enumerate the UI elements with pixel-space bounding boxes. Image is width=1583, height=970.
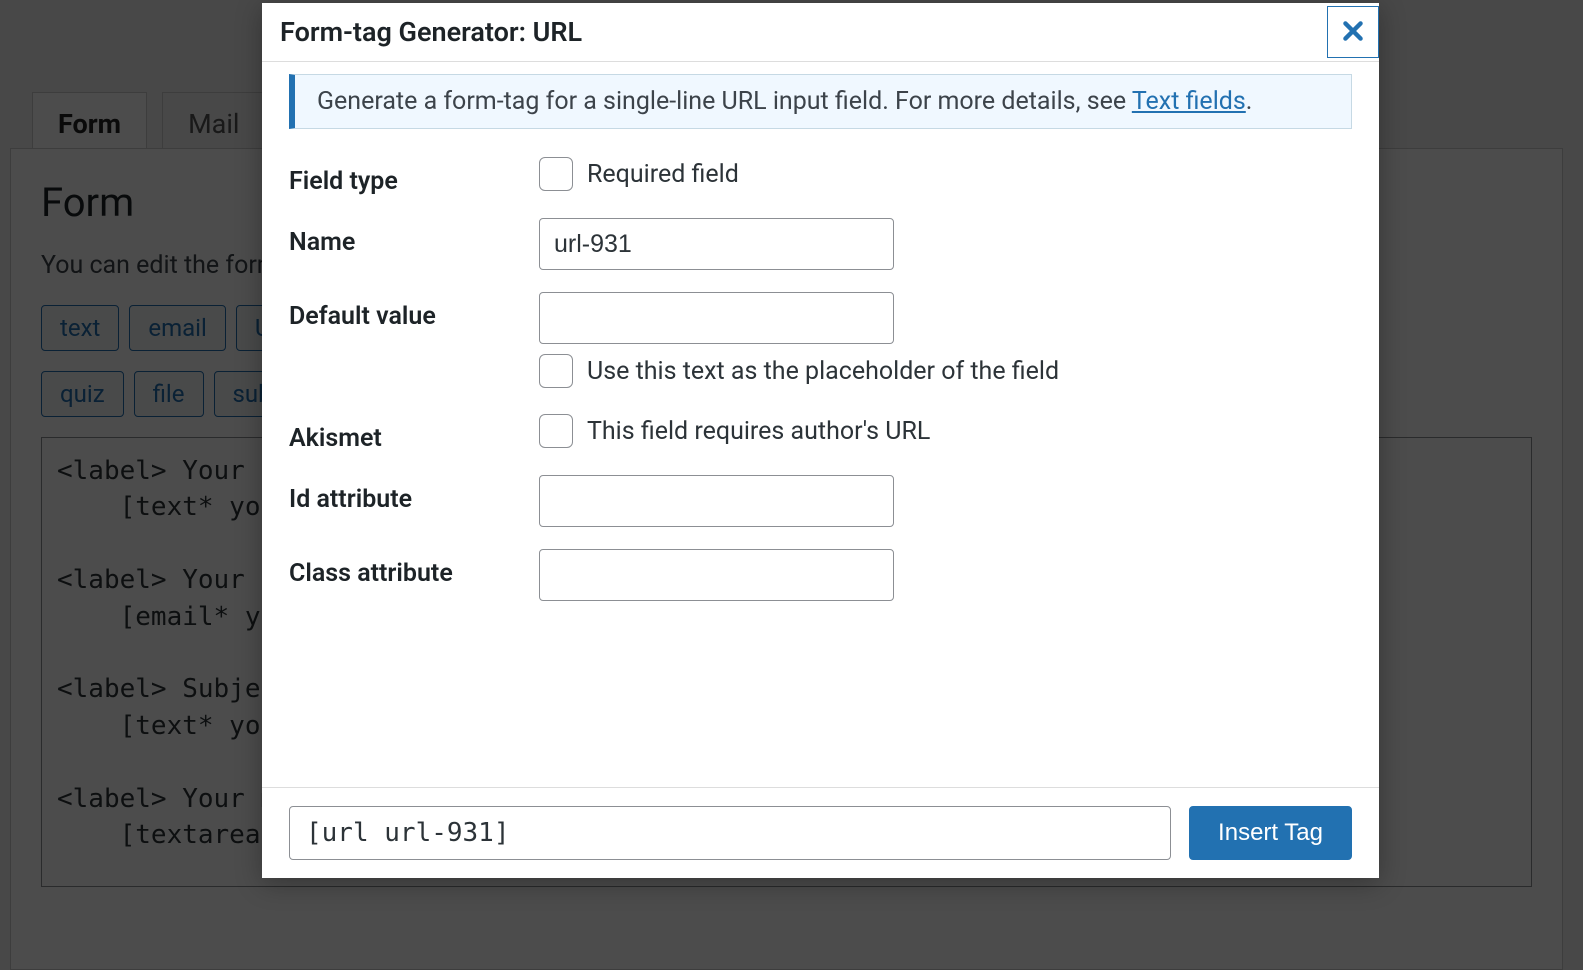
- akismet-label: This field requires author's URL: [587, 417, 930, 446]
- close-icon: [1340, 18, 1366, 47]
- label-id-attr: Id attribute: [289, 475, 539, 514]
- akismet-checkbox[interactable]: [539, 414, 573, 448]
- form-tag-generator-modal: Form-tag Generator: URL Generate a form-…: [262, 3, 1379, 878]
- label-class-attr: Class attribute: [289, 549, 539, 588]
- row-class-attr: Class attribute: [289, 549, 1352, 601]
- required-field-label: Required field: [587, 160, 739, 189]
- row-placeholder-option: Use this text as the placeholder of the …: [289, 354, 1352, 388]
- akismet-wrapper[interactable]: This field requires author's URL: [539, 414, 1352, 448]
- name-input[interactable]: [539, 218, 894, 270]
- info-box: Generate a form-tag for a single-line UR…: [289, 74, 1352, 129]
- row-field-type: Field type Required field: [289, 157, 1352, 196]
- required-field-wrapper[interactable]: Required field: [539, 157, 1352, 191]
- modal-footer: Insert Tag: [262, 787, 1379, 878]
- placeholder-label: Use this text as the placeholder of the …: [587, 357, 1059, 386]
- class-attr-input[interactable]: [539, 549, 894, 601]
- modal-header: Form-tag Generator: URL: [262, 3, 1379, 62]
- info-text-suffix: .: [1246, 87, 1253, 116]
- insert-tag-label: Insert Tag: [1218, 819, 1323, 846]
- modal-title: Form-tag Generator: URL: [262, 3, 600, 61]
- placeholder-wrapper[interactable]: Use this text as the placeholder of the …: [539, 354, 1352, 388]
- row-name: Name: [289, 218, 1352, 270]
- label-akismet: Akismet: [289, 414, 539, 453]
- required-field-checkbox[interactable]: [539, 157, 573, 191]
- row-default-value: Default value: [289, 292, 1352, 344]
- tag-output-field[interactable]: [289, 806, 1171, 860]
- id-attr-input[interactable]: [539, 475, 894, 527]
- label-name: Name: [289, 218, 539, 257]
- info-text-prefix: Generate a form-tag for a single-line UR…: [317, 87, 1132, 116]
- label-default-value: Default value: [289, 292, 539, 331]
- info-link[interactable]: Text fields: [1132, 87, 1246, 116]
- row-akismet: Akismet This field requires author's URL: [289, 414, 1352, 453]
- modal-close-button[interactable]: [1327, 6, 1379, 58]
- placeholder-checkbox[interactable]: [539, 354, 573, 388]
- insert-tag-button[interactable]: Insert Tag: [1189, 806, 1352, 860]
- row-id-attr: Id attribute: [289, 475, 1352, 527]
- default-value-input[interactable]: [539, 292, 894, 344]
- label-field-type: Field type: [289, 157, 539, 196]
- modal-body: Generate a form-tag for a single-line UR…: [262, 62, 1379, 787]
